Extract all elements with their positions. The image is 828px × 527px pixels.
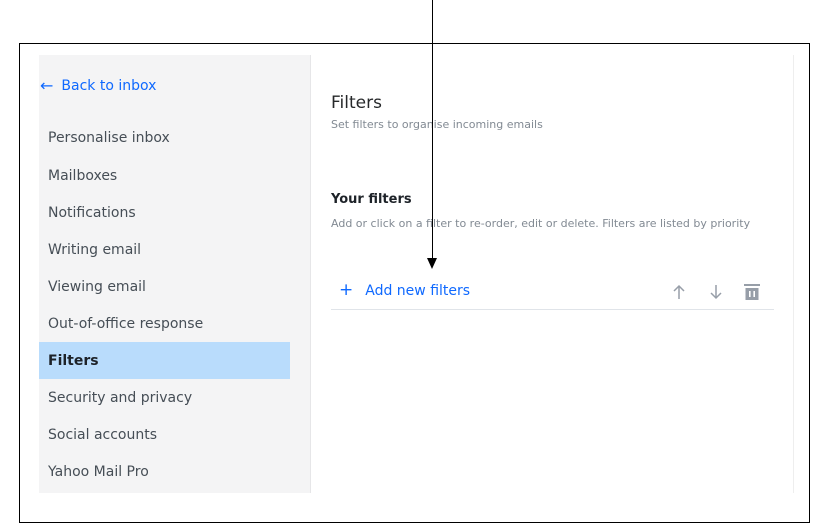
delete-filter-button[interactable] [742, 282, 762, 302]
sidebar-item-writing-email[interactable]: Writing email [39, 231, 290, 268]
sidebar-item-label: Writing email [48, 241, 142, 258]
annotation-arrow-line [432, 0, 433, 262]
sidebar-item-label: Viewing email [48, 278, 146, 295]
sidebar-item-label: Security and privacy [48, 389, 193, 406]
arrow-down-icon [710, 285, 722, 300]
page-subtitle: Set filters to organise incoming emails [331, 118, 543, 131]
add-new-filters-label: Add new filters [365, 282, 471, 299]
sidebar-item-label: Social accounts [48, 426, 158, 443]
sidebar-item-yahoo-mail-pro[interactable]: Yahoo Mail Pro [39, 453, 290, 490]
sidebar-item-viewing-email[interactable]: Viewing email [39, 268, 290, 305]
plus-icon: + [339, 280, 354, 300]
sidebar-item-label: Yahoo Mail Pro [48, 463, 149, 480]
back-to-inbox-link[interactable]: ← Back to inbox [40, 76, 156, 96]
sidebar-item-label: Mailboxes [48, 167, 118, 184]
arrow-up-icon [673, 284, 685, 299]
back-to-inbox-label: Back to inbox [61, 78, 157, 94]
annotation-arrow-head [427, 258, 437, 269]
sidebar-item-label: Out-of-office response [48, 315, 204, 332]
trash-icon [744, 284, 760, 300]
section-description: Add or click on a filter to re-order, ed… [331, 217, 751, 230]
sidebar-item-security-privacy[interactable]: Security and privacy [39, 379, 290, 416]
sidebar-item-label: Notifications [48, 204, 136, 221]
sidebar-item-filters[interactable]: Filters [39, 342, 290, 379]
sidebar-item-label: Filters [48, 352, 99, 369]
sidebar-item-out-of-office[interactable]: Out-of-office response [39, 305, 290, 342]
right-divider [793, 55, 794, 493]
move-down-button[interactable] [706, 282, 726, 302]
sidebar-item-personalise-inbox[interactable]: Personalise inbox [39, 119, 290, 156]
sidebar-item-social-accounts[interactable]: Social accounts [39, 416, 290, 453]
sidebar-divider [310, 55, 311, 493]
filter-toolbar: + Add new filters [331, 280, 774, 310]
sidebar-item-label: Personalise inbox [48, 129, 170, 146]
arrow-left-icon: ← [40, 76, 54, 95]
sidebar-item-notifications[interactable]: Notifications [39, 194, 290, 231]
sidebar-item-mailboxes[interactable]: Mailboxes [39, 157, 290, 194]
page-title: Filters [331, 93, 382, 113]
move-up-button[interactable] [669, 282, 689, 302]
section-title: Your filters [331, 192, 412, 207]
add-new-filters-button[interactable]: + Add new filters [339, 282, 470, 299]
